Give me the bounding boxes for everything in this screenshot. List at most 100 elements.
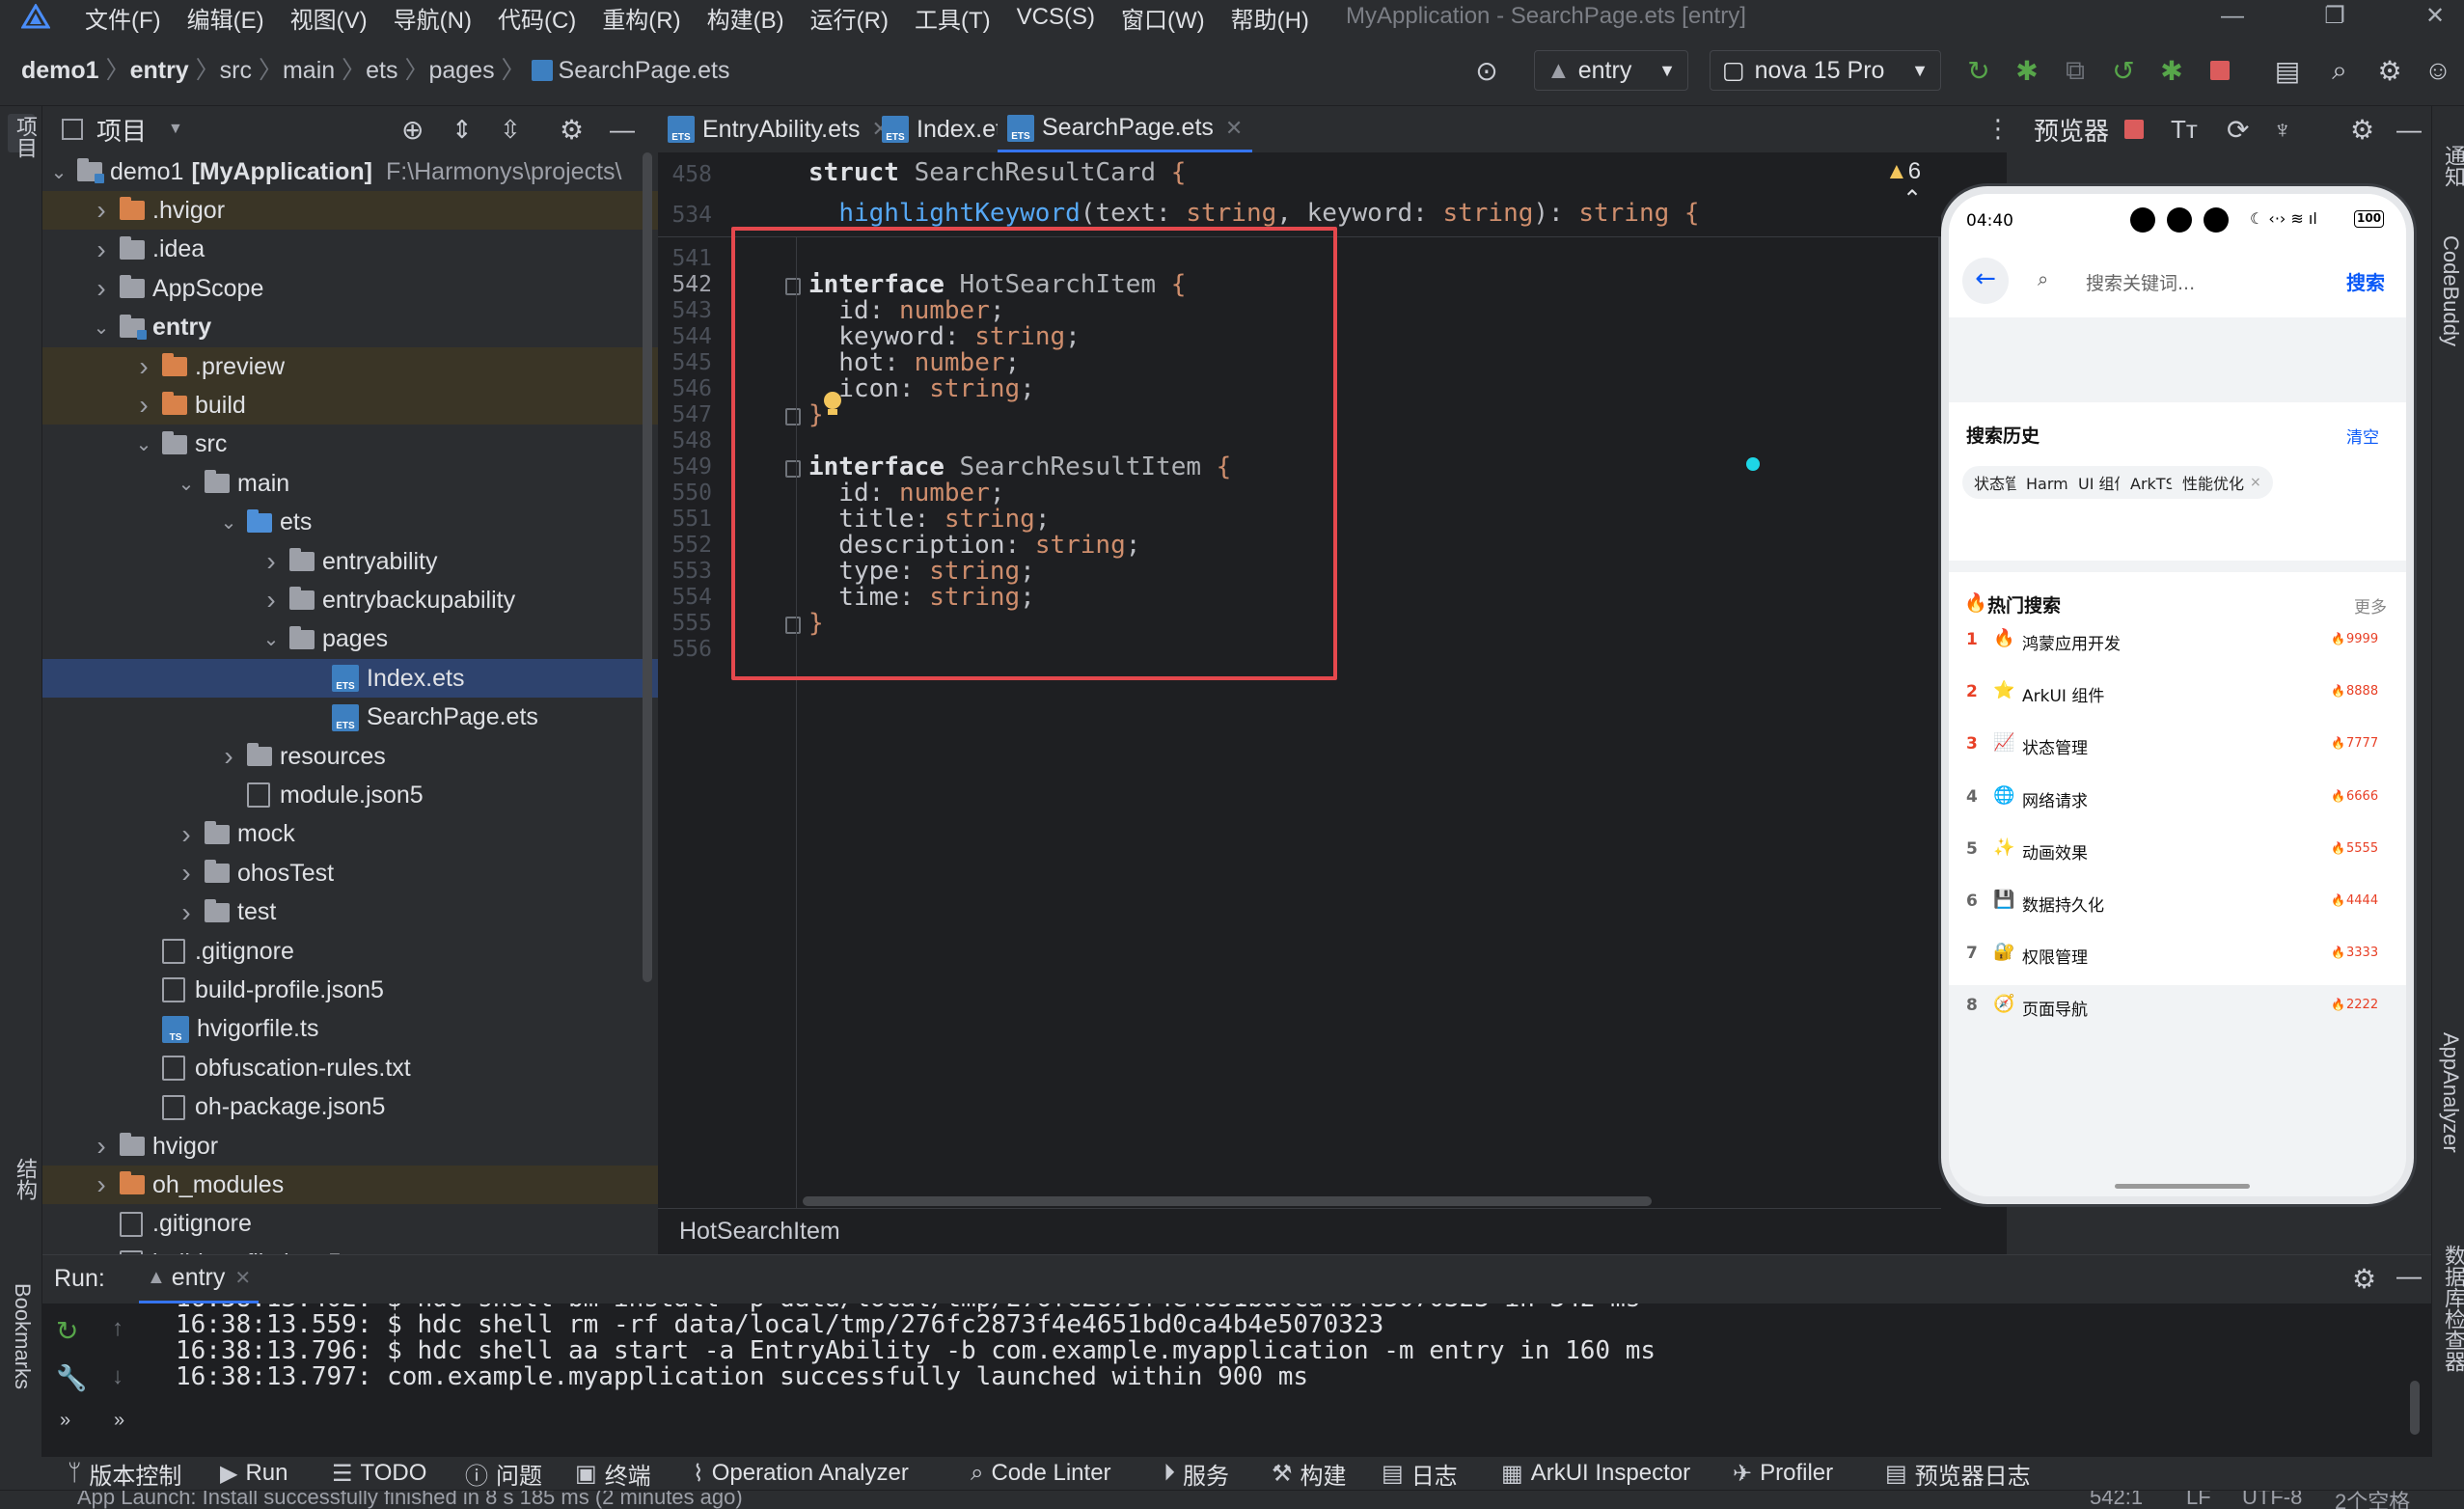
- operation-analyzer-button[interactable]: ⌇ Operation Analyzer: [693, 1457, 909, 1490]
- profiler-tool-button[interactable]: ✈ Profiler: [1733, 1457, 1833, 1490]
- hot-search-item[interactable]: 2 ⭐ ArkUI 组件 🔥 8888: [1949, 674, 2406, 713]
- menu-item[interactable]: 帮助(H): [1231, 1, 1309, 35]
- chevron-right-icon[interactable]: ›: [91, 273, 112, 304]
- gear-icon[interactable]: ⚙: [2352, 1263, 2376, 1295]
- tree-item[interactable]: ⌄ src: [42, 425, 658, 464]
- structure-tool-label[interactable]: 结构: [10, 1158, 41, 1200]
- editor-structure-breadcrumb[interactable]: HotSearchItem: [658, 1208, 1941, 1254]
- services-tool-button[interactable]: ⏵ 服务: [1164, 1457, 1229, 1490]
- breadcrumb-file[interactable]: SearchPage.ets: [559, 57, 730, 84]
- caret-position[interactable]: 542:1: [2090, 1491, 2143, 1509]
- tree-item[interactable]: ⌄ demo1 [MyApplication] F:\Harmonys\project…: [42, 152, 658, 191]
- hide-panel-icon[interactable]: —: [2396, 1261, 2422, 1291]
- indent-setting[interactable]: 2个空格: [2335, 1491, 2410, 1509]
- tree-item[interactable]: › ohosTest: [42, 854, 658, 892]
- hot-search-item[interactable]: 8 🧭 页面导航 🔥 2222: [1949, 988, 2406, 1027]
- tree-item[interactable]: › .idea: [42, 231, 658, 269]
- tree-item[interactable]: › hvigor: [42, 1127, 658, 1166]
- run-config-tab[interactable]: ▲ entry ✕: [139, 1255, 260, 1303]
- chevron-down-icon[interactable]: ⌄: [48, 160, 69, 184]
- more-button[interactable]: 更多: [2354, 593, 2387, 617]
- breadcrumb-src[interactable]: src: [220, 57, 252, 84]
- menu-item[interactable]: VCS(S): [1017, 4, 1095, 31]
- appanalyzer-tool-label[interactable]: AppAnalyzer: [2438, 1032, 2463, 1153]
- horizontal-scrollbar[interactable]: [803, 1196, 1652, 1206]
- tree-item[interactable]: ETS SearchPage.ets: [42, 699, 658, 737]
- minimize-icon[interactable]: —: [2204, 0, 2261, 35]
- terminal-tool-button[interactable]: ▣ 终端: [575, 1457, 651, 1490]
- run-log[interactable]: 16:38:13.402: $ hdc shell bm install -p …: [42, 1303, 2396, 1458]
- gear-icon[interactable]: ⚙: [2350, 114, 2374, 146]
- problems-tool-button[interactable]: ⓘ 问题: [465, 1457, 542, 1490]
- tree-item[interactable]: .gitignore: [42, 932, 658, 971]
- run-config-select[interactable]: ▲ entry ▼: [1534, 50, 1688, 91]
- file-encoding[interactable]: UTF-8: [2242, 1491, 2302, 1509]
- chevron-right-icon[interactable]: ›: [91, 1169, 112, 1200]
- history-tag[interactable]: 性能优化 ×: [2171, 466, 2273, 499]
- run-tool-button[interactable]: ▶ Run: [220, 1457, 288, 1490]
- menu-item[interactable]: 工具(T): [915, 1, 991, 35]
- tree-item[interactable]: › resources: [42, 737, 658, 776]
- clear-history-button[interactable]: 清空: [2346, 424, 2379, 448]
- profile-icon[interactable]: ✱: [2151, 50, 2192, 91]
- chevron-right-icon[interactable]: ›: [91, 1131, 112, 1162]
- device-select[interactable]: ▢ nova 15 Pro ▼: [1710, 50, 1941, 91]
- chevron-right-icon[interactable]: ›: [260, 546, 282, 577]
- menu-item[interactable]: 导航(N): [394, 1, 472, 35]
- codebuddy-tool-label[interactable]: CodeBuddy: [2438, 235, 2463, 346]
- tab-entryability[interactable]: ETS EntryAbility.ets ✕: [658, 106, 899, 152]
- menu-item[interactable]: 窗口(W): [1121, 1, 1205, 35]
- tree-item[interactable]: › .preview: [42, 347, 658, 386]
- chevron-right-icon[interactable]: ›: [91, 234, 112, 265]
- version-control-button[interactable]: ᛘ 版本控制: [68, 1457, 181, 1490]
- tree-item[interactable]: › AppScope: [42, 269, 658, 308]
- tree-item[interactable]: .gitignore: [42, 1205, 658, 1244]
- tree-item[interactable]: › .hvigor: [42, 191, 658, 231]
- chevron-right-icon[interactable]: ›: [218, 741, 239, 772]
- build-tool-button[interactable]: ⚒ 构建: [1272, 1457, 1347, 1490]
- breadcrumb-ets[interactable]: ets: [366, 57, 397, 84]
- hot-search-item[interactable]: 6 💾 数据持久化 🔥 4444: [1949, 884, 2406, 922]
- remove-tag-icon[interactable]: ×: [2250, 475, 2261, 490]
- tree-item[interactable]: ETS Index.ets: [42, 659, 658, 699]
- locate-file-icon[interactable]: ⊕: [401, 114, 424, 146]
- chevron-down-icon[interactable]: ⌄: [218, 510, 239, 535]
- hot-search-item[interactable]: 5 ✨ 动画效果 🔥 5555: [1949, 832, 2406, 870]
- font-size-icon[interactable]: Tт: [2171, 115, 2198, 145]
- breadcrumb-main[interactable]: main: [283, 57, 335, 84]
- tree-scrollbar[interactable]: [643, 152, 652, 982]
- tree-item[interactable]: oh-package.json5: [42, 1088, 658, 1127]
- tree-item[interactable]: build-profile.json5: [42, 1244, 658, 1254]
- arkui-inspector-button[interactable]: ▦ ArkUI Inspector: [1501, 1457, 1690, 1490]
- tree-item[interactable]: ⌄ main: [42, 464, 658, 503]
- todo-tool-button[interactable]: ☰ TODO: [332, 1457, 426, 1490]
- chevron-down-icon[interactable]: ⌄: [91, 316, 112, 340]
- hide-panel-icon[interactable]: —: [2396, 115, 2422, 145]
- rerun-icon[interactable]: ↻: [1958, 50, 1999, 91]
- breadcrumb-project[interactable]: demo1: [21, 57, 99, 84]
- chevron-down-icon[interactable]: ⌄: [176, 472, 197, 496]
- log-tool-button[interactable]: ▤ 日志: [1382, 1457, 1458, 1490]
- chevron-right-icon[interactable]: ›: [260, 585, 282, 616]
- account-icon[interactable]: ☺: [2418, 50, 2458, 91]
- chevron-right-icon[interactable]: ›: [176, 819, 197, 850]
- menu-item[interactable]: 文件(F): [85, 1, 161, 35]
- tree-item[interactable]: ⌄ entry: [42, 309, 658, 347]
- attach-debugger-icon[interactable]: ⧉: [2055, 50, 2095, 91]
- hot-search-item[interactable]: 4 🌐 网络请求 🔥 6666: [1949, 780, 2406, 818]
- search-button[interactable]: 搜索: [2346, 267, 2385, 295]
- menu-item[interactable]: 运行(R): [810, 1, 889, 35]
- hot-search-item[interactable]: 1 🔥 鸿蒙应用开发 🔥 9999: [1949, 622, 2406, 661]
- chevron-right-icon[interactable]: ›: [133, 390, 154, 421]
- menu-item[interactable]: 编辑(E): [187, 1, 264, 35]
- tree-item[interactable]: › test: [42, 893, 658, 932]
- menu-item[interactable]: 构建(B): [707, 1, 784, 35]
- previewer-log-button[interactable]: ▤ 预览器日志: [1885, 1457, 2031, 1490]
- collapse-all-icon[interactable]: ⇳: [500, 115, 521, 145]
- chevron-right-icon[interactable]: ›: [176, 858, 197, 889]
- stop-icon[interactable]: [2200, 50, 2240, 91]
- settings-icon[interactable]: ⚙: [2369, 50, 2410, 91]
- tree-item[interactable]: › oh_modules: [42, 1166, 658, 1205]
- tree-item[interactable]: TS hvigorfile.ts: [42, 1010, 658, 1049]
- refresh-preview-icon[interactable]: ⟳: [2227, 114, 2249, 146]
